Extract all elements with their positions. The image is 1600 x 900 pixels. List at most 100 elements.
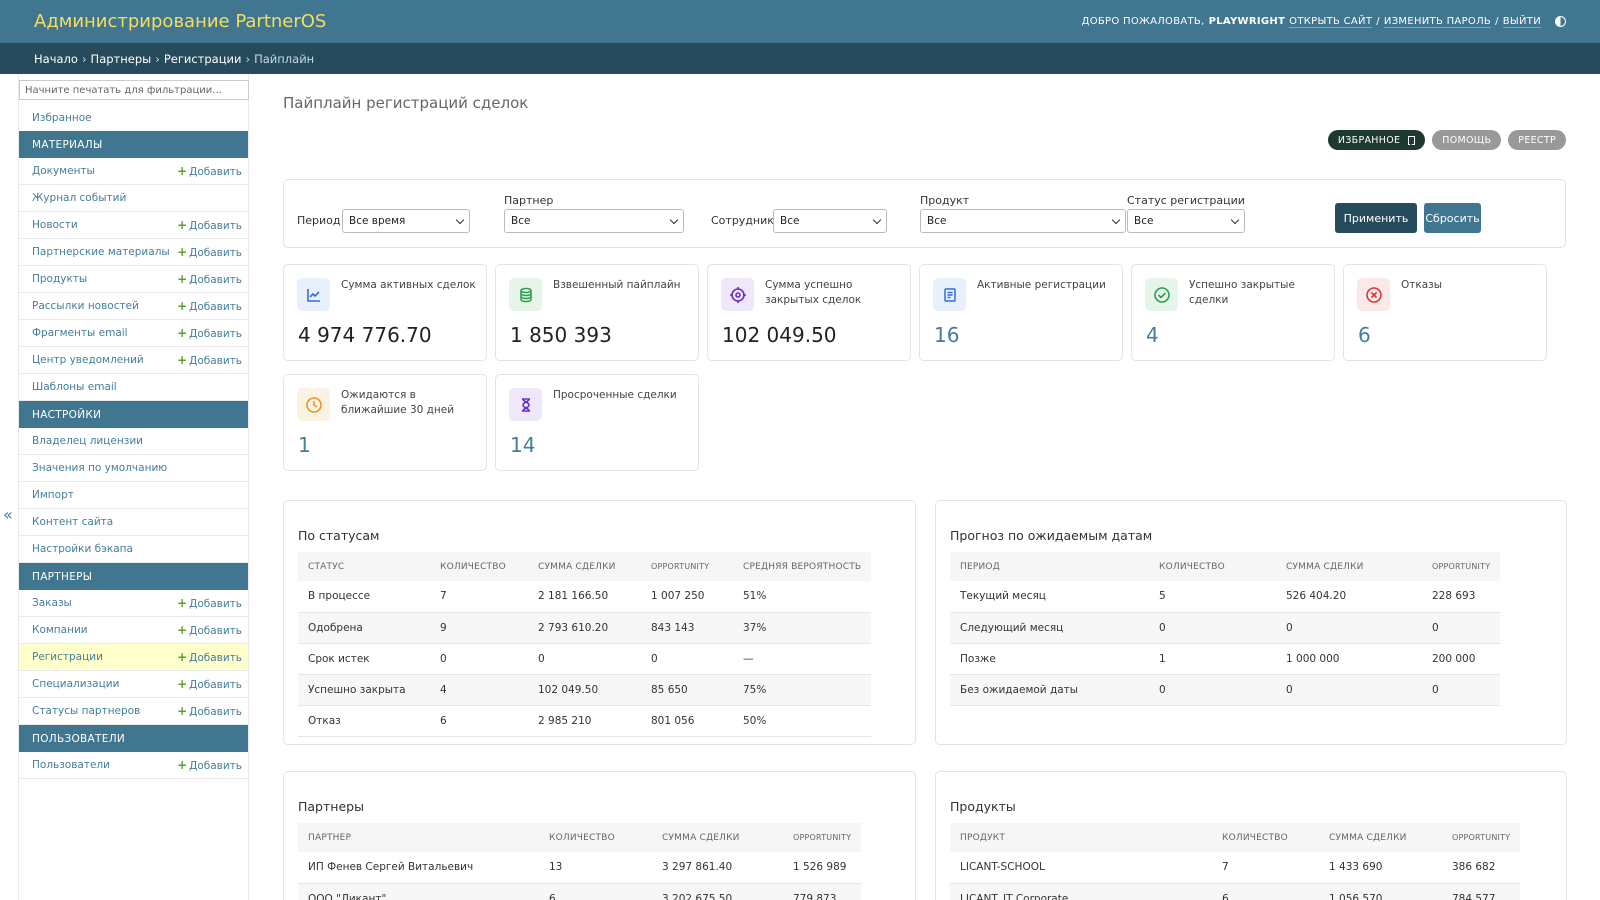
add-link[interactable]: + Добавить [177, 758, 242, 772]
sidebar-item-link[interactable]: Фрагменты email [32, 327, 128, 339]
sidebar-item-link[interactable]: Партнерские материалы [32, 246, 170, 258]
registry-button[interactable]: Реестр [1508, 130, 1566, 150]
change-password-link[interactable]: Изменить пароль [1383, 16, 1492, 28]
sidebar-item-link[interactable]: Специализации [32, 678, 119, 690]
employee-select[interactable]: Все [773, 209, 887, 233]
status-select[interactable]: Все [1127, 209, 1245, 233]
sidebar-section-caption[interactable]: Партнеры [19, 563, 248, 590]
sidebar-item-link[interactable]: Регистрации [32, 651, 103, 663]
add-link[interactable]: + Добавить [177, 623, 242, 637]
help-button[interactable]: Помощь [1432, 130, 1502, 150]
add-link[interactable]: + Добавить [177, 650, 242, 664]
clock-icon [297, 388, 330, 421]
add-link[interactable]: + Добавить [177, 164, 242, 178]
add-link[interactable]: + Добавить [177, 272, 242, 286]
column-header: Статус [298, 552, 430, 581]
breadcrumb-registrations[interactable]: Регистрации [164, 52, 242, 66]
add-link[interactable]: + Добавить [177, 353, 242, 367]
period-select[interactable]: Все время [342, 209, 470, 233]
product-select[interactable]: Все [920, 209, 1126, 233]
table-cell: 3 202 675.50 [652, 883, 783, 900]
separator: / [1376, 16, 1380, 27]
object-tools: Избранное Помощь Реестр [1327, 130, 1566, 150]
sidebar-item-link[interactable]: Новости [32, 219, 78, 231]
sidebar-item: Пользователи + Добавить [19, 752, 248, 779]
add-link-label: Добавить [189, 274, 242, 286]
sidebar-filter-input[interactable] [19, 80, 249, 100]
partner-select[interactable]: Все [504, 209, 684, 233]
add-link[interactable]: + Добавить [177, 677, 242, 691]
sidebar-item-link[interactable]: Документы [32, 165, 95, 177]
open-site-link[interactable]: Открыть сайт [1289, 16, 1373, 28]
site-brand[interactable]: Администрирование PartnerOS [34, 11, 326, 32]
kpi-value[interactable]: 6 [1358, 323, 1371, 347]
favorites-link[interactable]: Избранное [32, 112, 92, 124]
add-link[interactable]: + Добавить [177, 596, 242, 610]
table-cell: Одобрена [298, 612, 430, 644]
add-link[interactable]: + Добавить [177, 299, 242, 313]
table-cell: 50% [733, 705, 872, 737]
sidebar-item-link[interactable]: Шаблоны email [32, 381, 117, 393]
table-row: Отказ 6 2 985 210 801 056 50% [298, 705, 872, 737]
theme-toggle-icon[interactable] [1555, 16, 1566, 27]
sidebar-item-link[interactable]: Статусы партнеров [32, 705, 140, 717]
table-cell: LICANT_IT Corporate [950, 883, 1212, 900]
breadcrumb-home[interactable]: Начало [34, 52, 78, 66]
logout-link[interactable]: Выйти [1502, 16, 1541, 28]
table-cell: 843 143 [641, 612, 733, 644]
username: playwright [1208, 16, 1286, 27]
sidebar-item-link[interactable]: Контент сайта [32, 516, 113, 528]
add-link-label: Добавить [189, 301, 242, 313]
kpi-label: Отказы [1401, 279, 1443, 291]
sidebar-item-link[interactable]: Компании [32, 624, 88, 636]
kpi-value: 1 850 393 [510, 323, 612, 347]
add-link[interactable]: + Добавить [177, 218, 242, 232]
separator: / [1495, 16, 1499, 27]
apply-button[interactable]: Применить [1335, 203, 1417, 233]
sidebar-section-caption[interactable]: Настройки [19, 401, 248, 428]
kpi-value[interactable]: 14 [510, 433, 535, 457]
collapse-sidebar-icon[interactable]: « [3, 505, 13, 524]
table-cell: 1 056 570 [1319, 883, 1442, 900]
plus-icon: + [177, 272, 188, 286]
status-panel-title: По статусам [298, 528, 380, 543]
plus-icon: + [177, 326, 188, 340]
kpi-value[interactable]: 1 [298, 433, 311, 457]
kpi-value: 102 049.50 [722, 323, 837, 347]
kpi-label: Ожидаются в ближайшие 30 дней [341, 389, 455, 416]
table-cell: 102 049.50 [528, 674, 641, 706]
add-link[interactable]: + Добавить [177, 245, 242, 259]
table-cell: 0 [430, 643, 528, 675]
breadcrumb-partners[interactable]: Партнеры [91, 52, 152, 66]
kpi-value[interactable]: 16 [934, 323, 959, 347]
sidebar-section-caption[interactable]: Пользователи [19, 725, 248, 752]
favorites-button[interactable]: Избранное [1327, 130, 1426, 150]
bookmark-icon [1408, 135, 1416, 145]
kpi-value[interactable]: 4 [1146, 323, 1159, 347]
sidebar-item-link[interactable]: Пользователи [32, 759, 110, 771]
sidebar-item-link[interactable]: Заказы [32, 597, 72, 609]
sidebar-item-link[interactable]: Импорт [32, 489, 74, 501]
sidebar-item-link[interactable]: Центр уведомлений [32, 354, 144, 366]
sidebar-item-link[interactable]: Журнал событий [32, 192, 126, 204]
add-link[interactable]: + Добавить [177, 704, 242, 718]
sidebar-item-link[interactable]: Продукты [32, 273, 87, 285]
add-link-label: Добавить [189, 625, 242, 637]
column-header: Opportunity [641, 552, 733, 581]
sidebar-item: Регистрации + Добавить [19, 644, 248, 671]
table-row: Успешно закрыта 4 102 049.50 85 650 75% [298, 674, 872, 706]
sidebar-section-caption[interactable]: Материалы [19, 131, 248, 158]
plus-icon: + [177, 245, 188, 259]
table-cell: 526 404.20 [1276, 581, 1422, 613]
sidebar-item-link[interactable]: Рассылки новостей [32, 300, 139, 312]
table-cell: Текущий месяц [950, 581, 1149, 613]
table-cell: В процессе [298, 581, 430, 613]
sidebar-item-link[interactable]: Настройки бэкапа [32, 543, 133, 555]
add-link-label: Добавить [189, 652, 242, 664]
column-header: Средняя вероятность [733, 552, 872, 581]
partners-panel: Партнеры Партнер Количество Сумма сделки Op… [283, 771, 916, 900]
sidebar-item-link[interactable]: Владелец лицензии [32, 435, 143, 447]
sidebar-item-link[interactable]: Значения по умолчанию [32, 462, 167, 474]
reset-button[interactable]: Сбросить [1424, 203, 1481, 233]
add-link[interactable]: + Добавить [177, 326, 242, 340]
